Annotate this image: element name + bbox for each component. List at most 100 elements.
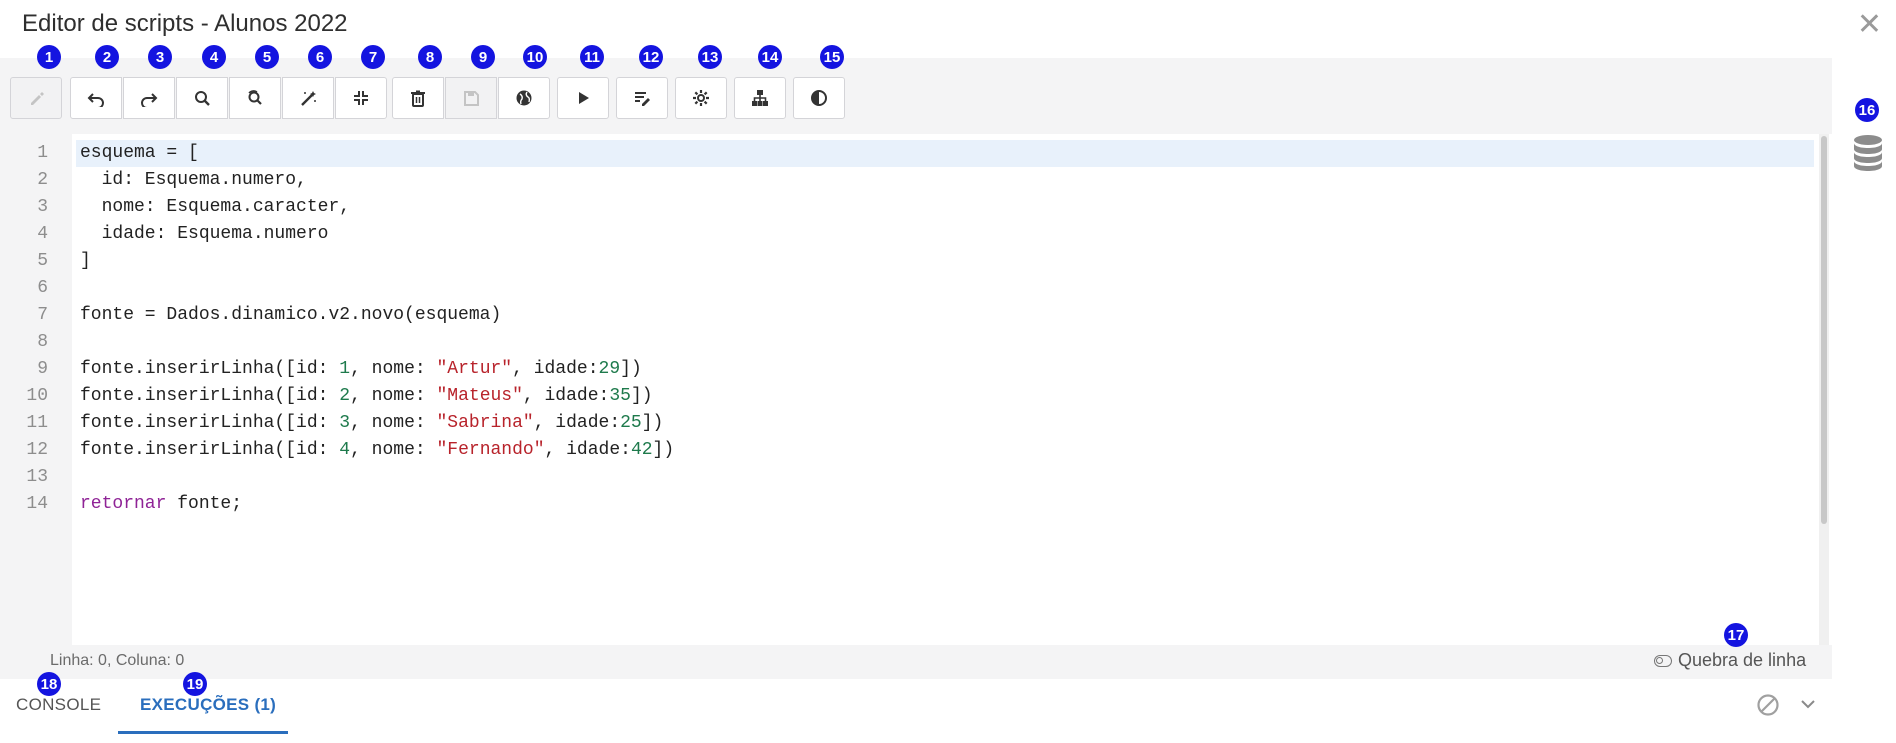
code-line[interactable]: id: Esquema.numero, bbox=[80, 167, 307, 194]
save-button[interactable] bbox=[445, 77, 497, 119]
code-line[interactable]: fonte.inserirLinha([id: 3, nome: "Sabrin… bbox=[80, 410, 663, 437]
tab-executions[interactable]: EXECUÇÕES (1) bbox=[140, 695, 276, 715]
annotation-badge: 9 bbox=[471, 45, 495, 69]
line-number: 8 bbox=[37, 332, 48, 352]
run-button[interactable] bbox=[557, 77, 609, 119]
code-line[interactable]: fonte.inserirLinha([id: 2, nome: "Mateus… bbox=[80, 383, 653, 410]
annotation-badge: 1 bbox=[37, 45, 61, 69]
code-token: , idade: bbox=[533, 413, 621, 433]
annotation-badge: 6 bbox=[308, 45, 332, 69]
database-icon[interactable] bbox=[1852, 134, 1884, 172]
format-button[interactable] bbox=[282, 77, 334, 119]
code-token: , nome: bbox=[350, 413, 437, 433]
structure-button[interactable] bbox=[734, 77, 786, 119]
code-token: nome: Esquema.caracter, bbox=[80, 197, 351, 217]
code-token-kw: retornar bbox=[80, 494, 167, 514]
search-button[interactable] bbox=[176, 77, 228, 119]
code-token: ]) bbox=[630, 386, 653, 406]
code-token: fonte.inserirLinha([id: bbox=[80, 386, 340, 406]
code-token: esquema = [ bbox=[80, 143, 199, 163]
annotation-badge: 2 bbox=[95, 45, 119, 69]
annotation-badge: 14 bbox=[758, 45, 782, 69]
search-replace-icon bbox=[248, 90, 262, 105]
close-icon[interactable]: ✕ bbox=[1857, 8, 1882, 42]
sitemap-icon bbox=[752, 90, 768, 106]
delete-button[interactable] bbox=[392, 77, 444, 119]
code-token-num: 2 bbox=[339, 386, 351, 406]
word-wrap-toggle[interactable]: Quebra de linha bbox=[1654, 650, 1806, 671]
line-number: 9 bbox=[37, 359, 48, 379]
undo-button[interactable] bbox=[70, 77, 122, 119]
gear-icon bbox=[693, 90, 709, 106]
compress-icon bbox=[354, 91, 368, 105]
replace-button[interactable] bbox=[229, 77, 281, 119]
code-line[interactable]: fonte.inserirLinha([id: 1, nome: "Artur"… bbox=[80, 356, 642, 383]
code-line[interactable]: nome: Esquema.caracter, bbox=[80, 194, 350, 221]
publish-button[interactable] bbox=[498, 77, 550, 119]
code-token-str: "Mateus" bbox=[436, 386, 523, 406]
code-token: , idade: bbox=[544, 440, 631, 460]
annotation-badge: 12 bbox=[639, 45, 663, 69]
code-token-str: "Artur" bbox=[436, 359, 513, 379]
code-token: fonte.inserirLinha([id: bbox=[80, 359, 340, 379]
save-icon bbox=[464, 91, 479, 106]
code-token-str: "Fernando" bbox=[436, 440, 545, 460]
code-token: fonte; bbox=[166, 494, 243, 514]
code-token: idade: Esquema.numero bbox=[80, 224, 329, 244]
annotation-badge: 10 bbox=[523, 45, 547, 69]
theme-toggle-button[interactable] bbox=[793, 77, 845, 119]
annotation-badge: 8 bbox=[418, 45, 442, 69]
edit-list-button[interactable] bbox=[616, 77, 668, 119]
settings-button[interactable] bbox=[675, 77, 727, 119]
toggle-icon bbox=[1654, 654, 1672, 667]
editor-scrollbar-thumb[interactable] bbox=[1821, 136, 1827, 524]
code-token: fonte.inserirLinha([id: bbox=[80, 413, 340, 433]
code-token: , nome: bbox=[350, 359, 437, 379]
annotation-badge: 4 bbox=[202, 45, 226, 69]
line-number: 7 bbox=[37, 305, 48, 325]
play-icon bbox=[579, 92, 589, 104]
code-line[interactable]: idade: Esquema.numero bbox=[80, 221, 329, 248]
code-line[interactable]: fonte.inserirLinha([id: 4, nome: "Fernan… bbox=[80, 437, 674, 464]
line-number: 11 bbox=[26, 413, 48, 433]
annotation-badge: 15 bbox=[820, 45, 844, 69]
collapse-button[interactable] bbox=[335, 77, 387, 119]
code-token-num: 1 bbox=[339, 359, 351, 379]
active-tab-indicator bbox=[118, 731, 288, 734]
word-wrap-label: Quebra de linha bbox=[1678, 650, 1807, 670]
redo-icon bbox=[141, 93, 158, 107]
title-bar: Editor de scripts - Alunos 2022 ✕ bbox=[0, 0, 1896, 58]
edit-button[interactable] bbox=[10, 77, 62, 119]
line-number: 4 bbox=[37, 224, 48, 244]
code-line[interactable]: ] bbox=[80, 248, 91, 275]
annotation-badge: 16 bbox=[1855, 98, 1879, 122]
code-token-num: 25 bbox=[620, 413, 642, 433]
code-token-num: 3 bbox=[339, 413, 351, 433]
window-title: Editor de scripts - Alunos 2022 bbox=[22, 10, 348, 37]
code-line[interactable]: retornar fonte; bbox=[80, 491, 242, 518]
code-token: ]) bbox=[641, 413, 664, 433]
trash-icon bbox=[411, 90, 425, 107]
cursor-position: Linha: 0, Coluna: 0 bbox=[50, 652, 185, 669]
annotation-badge: 3 bbox=[148, 45, 172, 69]
annotation-badge: 17 bbox=[1724, 623, 1748, 647]
code-token-str: "Sabrina" bbox=[436, 413, 534, 433]
annotation-badge: 13 bbox=[698, 45, 722, 69]
redo-button[interactable] bbox=[123, 77, 175, 119]
annotation-badge: 7 bbox=[361, 45, 385, 69]
magic-wand-icon bbox=[301, 91, 316, 106]
code-token: fonte = Dados.dinamico.v2.novo(esquema) bbox=[80, 305, 502, 325]
clear-icon[interactable] bbox=[1756, 693, 1780, 717]
annotation-badge: 18 bbox=[37, 672, 61, 696]
code-token: , nome: bbox=[350, 440, 437, 460]
code-token: , nome: bbox=[350, 386, 437, 406]
line-number: 6 bbox=[37, 278, 48, 298]
code-line[interactable]: esquema = [ bbox=[80, 140, 199, 167]
line-number: 10 bbox=[26, 386, 48, 406]
line-number: 2 bbox=[37, 170, 48, 190]
annotation-badge: 19 bbox=[183, 672, 207, 696]
code-line[interactable]: fonte = Dados.dinamico.v2.novo(esquema) bbox=[80, 302, 501, 329]
tab-console[interactable]: CONSOLE bbox=[16, 695, 101, 715]
chevron-down-icon[interactable] bbox=[1798, 694, 1818, 714]
code-token: fonte.inserirLinha([id: bbox=[80, 440, 340, 460]
